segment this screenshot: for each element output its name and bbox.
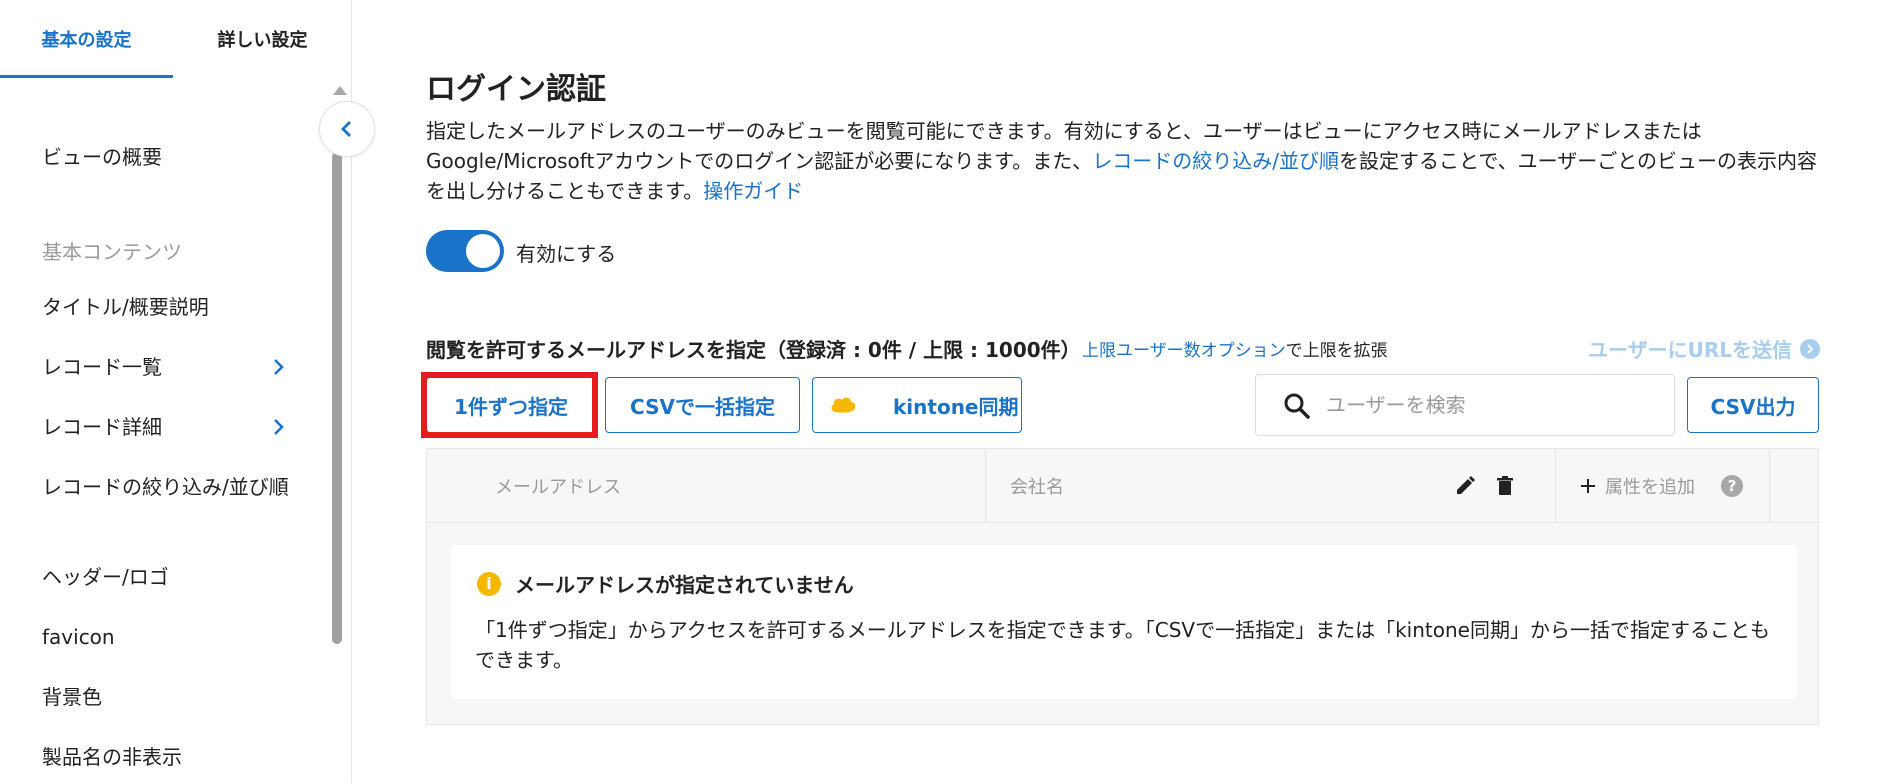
sidebar-item-header-logo[interactable]: ヘッダー/ロゴ (42, 563, 302, 592)
sidebar-scrollbar[interactable] (330, 82, 347, 783)
collapse-sidebar-button[interactable] (319, 101, 375, 157)
column-divider (985, 449, 986, 523)
kintone-cloud-icon (831, 397, 856, 413)
tab-detailed-settings[interactable]: 詳しい設定 (173, 0, 352, 78)
user-limit-option-line: 上限ユーザー数オプションで上限を拡張 (1082, 336, 1388, 361)
column-header-email: メールアドレス (495, 477, 621, 498)
operation-guide-link[interactable]: 操作ガイド (703, 179, 803, 203)
sidebar-tabs: 基本の設定 詳しい設定 (0, 0, 352, 78)
page-description: 指定したメールアドレスのユーザーのみビューを閲覧可能にできます。有効にすると、ユ… (426, 116, 1826, 206)
sidebar-item-hide-product-name[interactable]: 製品名の非表示 (42, 743, 302, 772)
column-header-company: 会社名 (1010, 477, 1064, 498)
user-limit-option-link[interactable]: 上限ユーザー数オプション (1082, 341, 1286, 361)
sidebar-section-basic-content: 基本コンテンツ (42, 240, 182, 264)
chevron-right-icon (272, 357, 286, 377)
empty-state-text: 「1件ずつ指定」からアクセスを許可するメールアドレスを指定できます。「CSVで一… (475, 618, 1770, 672)
allowlist-label: 閲覧を許可するメールアドレスを指定（登録済 : 0件 / 上限 : 1000件） (426, 338, 1081, 362)
tab-basic-settings[interactable]: 基本の設定 (0, 0, 173, 78)
toggle-knob (466, 234, 500, 268)
send-url-label: ユーザーにURLを送信 (1588, 338, 1792, 362)
scroll-up-arrow-icon[interactable] (333, 86, 347, 95)
column-divider (1769, 449, 1770, 523)
add-attribute-label: 属性を追加 (1605, 477, 1695, 498)
csv-bulk-import-button[interactable]: CSVで一括指定 (605, 377, 800, 433)
option-suffix: で上限を拡張 (1285, 341, 1388, 361)
sidebar-item-favicon[interactable]: favicon (42, 623, 302, 652)
column-divider (1555, 449, 1556, 523)
record-filter-link[interactable]: レコードの絞り込み/並び順 (1092, 149, 1339, 173)
plus-icon (1581, 479, 1595, 493)
sidebar: 基本の設定 詳しい設定 ビューの概要 基本コンテンツ タイトル/概要説明 レコー… (0, 0, 352, 783)
help-icon[interactable]: ? (1721, 475, 1743, 497)
add-single-email-button[interactable]: 1件ずつ指定 (426, 377, 596, 433)
email-table: メールアドレス 会社名 属性を追加 ? i メールアドレスが指定されていません … (426, 448, 1820, 725)
add-attribute-button[interactable]: 属性を追加 (1579, 449, 1695, 523)
search-icon (1284, 393, 1310, 419)
pencil-icon[interactable] (1453, 474, 1477, 498)
send-url-to-users-button[interactable]: ユーザーにURLを送信 (1588, 334, 1820, 363)
table-header: メールアドレス 会社名 属性を追加 ? (427, 449, 1820, 523)
page-title: ログイン認証 (426, 72, 606, 107)
empty-state-card: i メールアドレスが指定されていません 「1件ずつ指定」からアクセスを許可するメ… (451, 545, 1797, 699)
toggle-label: 有効にする (516, 242, 617, 266)
search-input[interactable] (1326, 385, 1656, 425)
empty-state-title: メールアドレスが指定されていません (515, 573, 854, 597)
user-search-box[interactable] (1255, 374, 1675, 436)
trash-icon[interactable] (1493, 474, 1517, 498)
sidebar-item-record-detail[interactable]: レコード詳細 (42, 413, 302, 442)
chevron-right-icon (272, 417, 286, 437)
sidebar-item-record-filter-sort[interactable]: レコードの絞り込み/並び順 (42, 473, 292, 502)
csv-export-button[interactable]: CSV出力 (1687, 377, 1819, 433)
sidebar-item-background-color[interactable]: 背景色 (42, 683, 302, 712)
sidebar-item-record-list[interactable]: レコード一覧 (42, 353, 302, 382)
sidebar-item-title-summary[interactable]: タイトル/概要説明 (42, 293, 302, 322)
chevron-left-icon (341, 121, 351, 137)
enable-login-auth-toggle[interactable] (426, 230, 504, 272)
arrow-right-circle-icon (1800, 338, 1820, 359)
sidebar-item-view-overview[interactable]: ビューの概要 (42, 143, 302, 172)
scrollbar-thumb[interactable] (332, 152, 342, 644)
kintone-sync-label: kintone同期 (893, 394, 1019, 419)
info-warning-icon: i (477, 572, 501, 596)
kintone-sync-button[interactable]: kintone同期 (812, 377, 1022, 433)
